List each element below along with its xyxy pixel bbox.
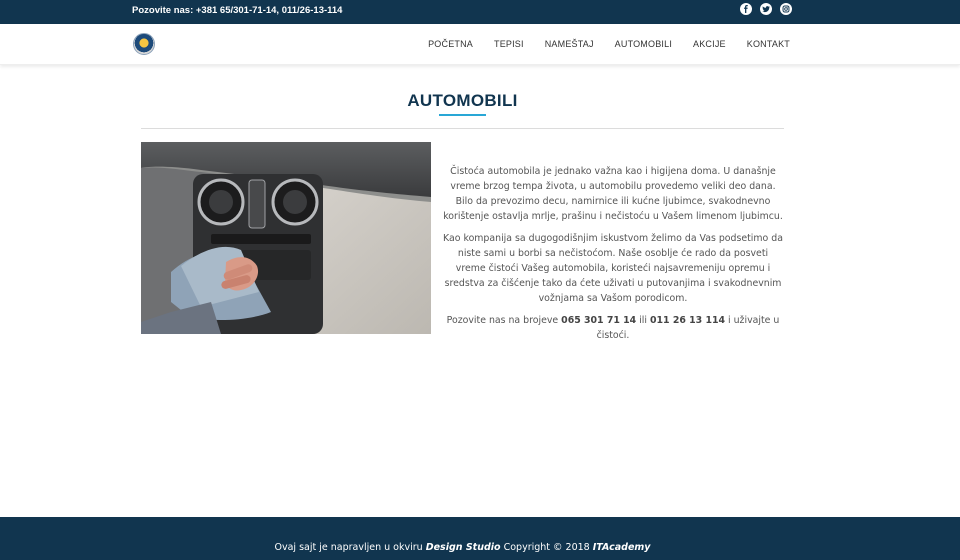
top-bar: Pozovite nas: +381 65/301-71-14, 011/26-… bbox=[0, 0, 960, 24]
nav-item-akcije[interactable]: AKCIJE bbox=[693, 39, 726, 49]
site-footer: Ovaj sajt je napravljen u okviru Design … bbox=[0, 517, 960, 560]
nav-item-pocetna[interactable]: POČETNA bbox=[428, 39, 473, 49]
footer-brand-itacademy: ITAcademy bbox=[592, 542, 651, 553]
page-title: AUTOMOBILI bbox=[407, 91, 518, 110]
paragraph-company: Kao kompanija sa dugogodišnjim iskustvom… bbox=[443, 233, 783, 304]
footer-brand-design-studio: Design Studio bbox=[425, 542, 501, 553]
nav-item-kontakt[interactable]: KONTAKT bbox=[747, 39, 790, 49]
company-logo[interactable] bbox=[133, 33, 155, 55]
call-to-action: Pozovite nas na brojeve 065 301 71 14 il… bbox=[442, 313, 784, 343]
nav-item-tepisi[interactable]: TEPISI bbox=[494, 39, 524, 49]
nav-item-automobili[interactable]: AUTOMOBILI bbox=[615, 39, 672, 49]
main-navbar: POČETNA TEPISI NAMEŠTAJ AUTOMOBILI AKCIJ… bbox=[0, 24, 960, 65]
car-interior-cleaning-photo bbox=[141, 142, 431, 334]
call-prefix: Pozovite nas na brojeve bbox=[446, 315, 559, 326]
content-text: Čistoća automobila je jednako važna kao … bbox=[442, 164, 784, 350]
phone-number-2: 011 26 13 114 bbox=[650, 315, 726, 326]
instagram-icon[interactable] bbox=[780, 3, 792, 15]
call-or: ili bbox=[639, 315, 648, 326]
title-underline bbox=[439, 114, 486, 116]
facebook-icon[interactable] bbox=[740, 3, 752, 15]
paragraph-intro: Čistoća automobila je jednako važna kao … bbox=[443, 166, 783, 222]
phone-number-1: 065 301 71 14 bbox=[561, 315, 637, 326]
twitter-icon[interactable] bbox=[760, 3, 772, 15]
footer-prefix: Ovaj sajt je napravljen u okviru bbox=[274, 542, 423, 553]
nav-item-namestaj[interactable]: NAMEŠTAJ bbox=[545, 39, 594, 49]
footer-text: Ovaj sajt je napravljen u okviru Design … bbox=[0, 542, 925, 553]
contact-phone-text: Pozovite nas: +381 65/301-71-14, 011/26-… bbox=[132, 5, 343, 16]
main-menu: POČETNA TEPISI NAMEŠTAJ AUTOMOBILI AKCIJ… bbox=[428, 39, 790, 49]
social-links bbox=[740, 3, 792, 15]
section-divider bbox=[141, 128, 784, 129]
footer-copyright: Copyright © 2018 bbox=[503, 542, 590, 553]
